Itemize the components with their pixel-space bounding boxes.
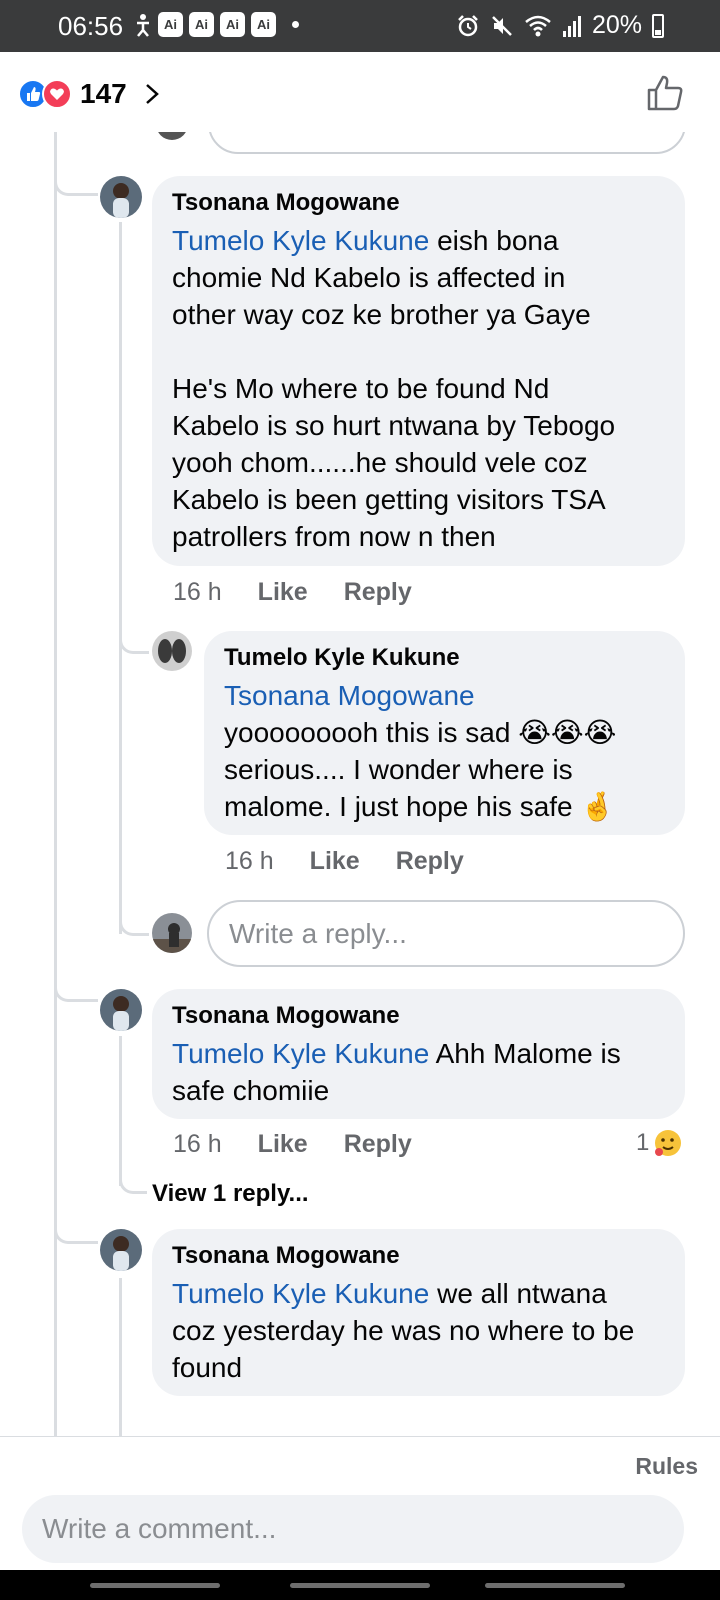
comment-author[interactable]: Tsonana Mogowane (172, 1001, 665, 1031)
comment-bubble: Tsonana Mogowane Tumelo Kyle Kukune Ahh … (152, 989, 685, 1119)
mention-link[interactable]: Tumelo Kyle Kukune (172, 1278, 429, 1309)
avatar[interactable] (100, 989, 142, 1031)
comment-text: Tumelo Kyle Kukune we all ntwana coz yes… (172, 1275, 665, 1386)
thread-line-main (54, 132, 57, 1436)
signal-icon (562, 15, 581, 37)
reply-input[interactable]: Write a reply... (207, 900, 685, 967)
comment-composer: Rules Write a comment... (0, 1436, 720, 1564)
hug-emoji-icon (655, 1130, 682, 1156)
comment-author[interactable]: Tumelo Kyle Kukune (224, 643, 665, 673)
comment-bubble: Tsonana Mogowane Tumelo Kyle Kukune we a… (152, 1229, 685, 1396)
reply-button[interactable]: Reply (344, 578, 412, 607)
nav-recent-button[interactable] (90, 1583, 220, 1588)
comment-input[interactable]: Write a comment... (22, 1495, 684, 1563)
avatar[interactable] (100, 1229, 142, 1271)
ai-badge-4: Ai (251, 12, 276, 37)
comment-bubble: Tsonana Mogowane Tumelo Kyle Kukune eish… (152, 176, 685, 566)
thread-connector-comment (54, 152, 98, 196)
current-user-avatar (152, 913, 192, 953)
rules-link[interactable]: Rules (635, 1453, 698, 1480)
ai-badge-2: Ai (189, 12, 214, 37)
thread-connector-comment (54, 1192, 98, 1244)
comment-age: 16 h (173, 1130, 222, 1158)
comment-body: eish bona chomie Nd Kabelo is affected i… (172, 225, 616, 552)
thread-connector-viewreplies (119, 1152, 147, 1194)
reactions-summary[interactable]: 147 (18, 78, 163, 110)
thread-line-sub3 (119, 1278, 122, 1436)
comment-author[interactable]: Tsonana Mogowane (172, 1241, 665, 1271)
nav-back-button[interactable] (485, 1583, 625, 1588)
notification-dot-icon (292, 21, 299, 28)
mention-link[interactable]: Tumelo Kyle Kukune (172, 1038, 429, 1069)
avatar[interactable] (152, 631, 192, 671)
thread-connector-comment (54, 952, 98, 1002)
comment-actions: 16 h Like Reply (173, 578, 412, 607)
accessibility-icon (137, 13, 149, 37)
thread-line-sub1 (119, 222, 122, 934)
status-bar: 06:56 Ai Ai Ai Ai 20% (0, 0, 720, 52)
comment-reaction-badge[interactable]: 1 (636, 1128, 683, 1158)
ai-badge-3: Ai (220, 12, 245, 37)
reaction-count: 147 (80, 78, 127, 109)
comment-text: Tumelo Kyle Kukune Ahh Malome is safe ch… (172, 1035, 665, 1109)
comment-age: 16 h (173, 578, 222, 606)
reply-button[interactable]: Reply (344, 1130, 412, 1159)
like-button[interactable]: Like (258, 1130, 308, 1159)
reply-bubble: Tumelo Kyle Kukune Tsonana Mogowane yooo… (204, 631, 685, 835)
system-nav-bar (0, 1570, 720, 1600)
thumbs-up-icon[interactable] (646, 74, 684, 112)
mute-icon (492, 15, 512, 36)
status-right-icons: 20% (456, 11, 664, 40)
battery-percent: 20% (591, 11, 642, 39)
thread-connector-reply (119, 612, 149, 654)
view-replies-link[interactable]: View 1 reply... (152, 1180, 309, 1208)
mention-link[interactable]: Tsonana Mogowane (224, 680, 475, 711)
comment-text: Tumelo Kyle Kukune eish bona chomie Nd K… (172, 222, 665, 555)
like-button[interactable]: Like (258, 578, 308, 607)
comment-author[interactable]: Tsonana Mogowane (172, 188, 665, 218)
comment-reaction-count: 1 (636, 1129, 650, 1156)
status-time: 06:56 (58, 11, 124, 41)
reply-input-previous[interactable] (208, 132, 686, 154)
alarm-icon (458, 14, 478, 36)
like-button[interactable]: Like (310, 847, 360, 876)
comment-body: yooooooooh this is sad 😭😭😭 serious.... I… (224, 717, 617, 822)
comment-actions: 16 h Like Reply (225, 847, 464, 876)
chevron-right-icon (145, 84, 159, 104)
mention-link[interactable]: Tumelo Kyle Kukune (172, 225, 429, 256)
reply-button[interactable]: Reply (396, 847, 464, 876)
love-reaction-icon (42, 79, 72, 109)
comment-age: 16 h (225, 847, 274, 875)
nav-home-button[interactable] (290, 1583, 430, 1588)
comment-actions: 16 h Like Reply (173, 1130, 412, 1159)
battery-icon (652, 13, 664, 38)
wifi-icon (525, 15, 551, 36)
ai-badge-1: Ai (158, 12, 183, 37)
comment-text: Tsonana Mogowane yooooooooh this is sad … (224, 677, 665, 825)
avatar (156, 132, 188, 140)
comments-feed[interactable]: Tsonana Mogowane Tumelo Kyle Kukune eish… (0, 132, 720, 1436)
reactions-header: 147 (0, 52, 720, 132)
thread-connector-replybox (119, 902, 149, 936)
status-left-icons: Ai Ai Ai Ai (134, 12, 299, 37)
avatar[interactable] (100, 176, 142, 218)
